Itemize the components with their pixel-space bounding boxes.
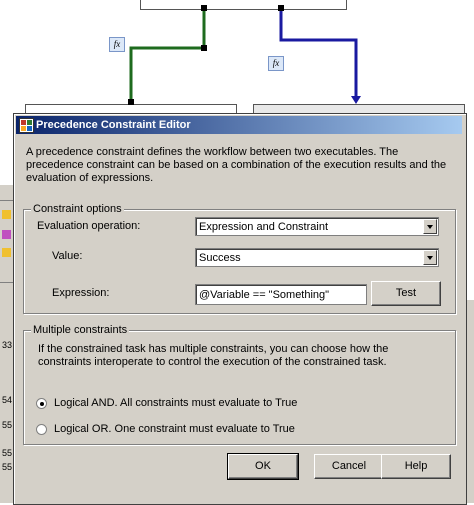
multiple-constraints-description: If the constrained task has multiple con… (38, 343, 389, 368)
expression-arrowhead (351, 96, 361, 104)
value-label: Value: (52, 250, 83, 262)
folder-icon (2, 210, 11, 219)
connector-node (201, 45, 207, 51)
logical-or-radio[interactable] (36, 424, 47, 435)
line-number: 55 (2, 420, 13, 430)
logical-or-label[interactable]: Logical OR. One constraint must evaluate… (54, 423, 295, 436)
logical-and-label[interactable]: Logical AND. All constraints must evalua… (54, 397, 297, 410)
expression-value: @Variable == "Something" (199, 289, 330, 301)
connector-node (278, 5, 284, 11)
title-bar[interactable]: Precedence Constraint Editor (16, 116, 462, 134)
connector-lines (129, 8, 361, 104)
folder-icon (2, 248, 11, 257)
divider (0, 200, 14, 201)
value-value: Success (199, 252, 241, 264)
app-icon (19, 118, 34, 133)
expression-connector (279, 8, 358, 98)
cancel-button[interactable]: Cancel (314, 454, 384, 479)
fx-icon[interactable]: fx (268, 56, 284, 71)
success-connector (129, 8, 206, 104)
fx-icon[interactable]: fx (109, 37, 125, 52)
evaluation-operation-select[interactable]: Expression and Constraint (195, 217, 439, 236)
chevron-down-icon[interactable] (423, 250, 437, 265)
dialog-description: A precedence constraint defines the work… (26, 146, 447, 184)
chevron-down-icon[interactable] (423, 219, 437, 234)
divider (0, 282, 14, 283)
ok-button[interactable]: OK (227, 453, 299, 480)
evaluation-operation-value: Expression and Constraint (199, 221, 329, 233)
expression-label: Expression: (52, 287, 110, 299)
test-button[interactable]: Test (371, 281, 441, 306)
connector-node (128, 99, 134, 105)
dialog-title: Precedence Constraint Editor (36, 119, 191, 131)
line-number: 55 (2, 462, 13, 472)
connector-node (201, 5, 207, 11)
evaluation-operation-label: Evaluation operation: (37, 220, 141, 232)
radio-selected-indicator (40, 402, 44, 406)
expression-input[interactable]: @Variable == "Something" (195, 284, 367, 305)
help-button[interactable]: Help (381, 454, 451, 479)
line-number: 54 (2, 395, 13, 405)
multiple-constraints-legend: Multiple constraints (31, 324, 130, 336)
logical-and-radio[interactable] (36, 398, 47, 409)
line-number: 33 (2, 340, 13, 350)
line-number: 55 (2, 448, 13, 458)
precedence-constraint-dialog: Precedence Constraint Editor A precedenc… (13, 113, 467, 505)
value-select[interactable]: Success (195, 248, 439, 267)
component-icon (2, 230, 11, 239)
constraint-options-legend: Constraint options (31, 203, 124, 215)
